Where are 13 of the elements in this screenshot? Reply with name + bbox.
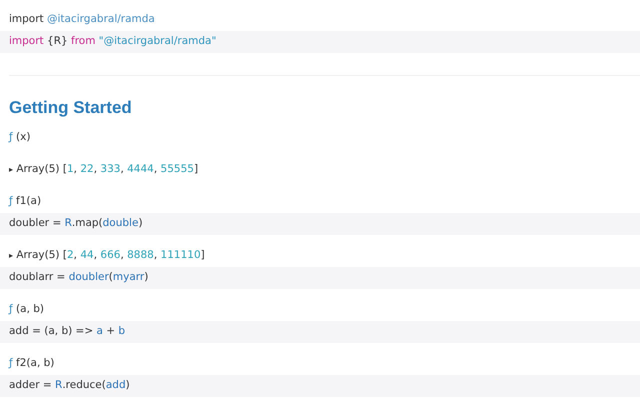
code-cell[interactable]: adder = R.reduce(add) xyxy=(0,375,640,397)
section-heading: Getting Started xyxy=(8,97,133,120)
code-cell[interactable]: import {R} from "@itacirgabral/ramda" xyxy=(0,31,640,53)
output-line: import @itacirgabral/ramda xyxy=(8,12,156,28)
output-line: ƒ (x) xyxy=(7,130,32,146)
output-line: ƒ (a, b) xyxy=(7,302,46,318)
output-line: ▸ Array(5) [1, 22, 333, 4444, 55555] xyxy=(8,162,200,178)
output-line: ƒ f2(a, b) xyxy=(7,356,56,372)
output-line: ƒ f1(a) xyxy=(7,194,42,210)
code-cell[interactable]: add = (a, b) => a + b xyxy=(0,321,640,343)
code-cell[interactable]: doubler = R.map(double) xyxy=(0,213,640,235)
code-cell[interactable]: doublarr = doubler(myarr) xyxy=(0,267,640,289)
output-line: ▸ Array(5) [2, 44, 666, 8888, 111110] xyxy=(8,248,206,264)
